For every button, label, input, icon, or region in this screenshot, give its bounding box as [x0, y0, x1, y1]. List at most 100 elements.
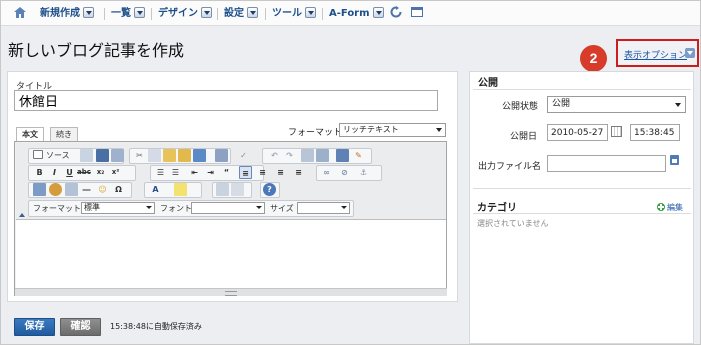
- align-center-icon[interactable]: ≡: [256, 166, 269, 179]
- italic-icon[interactable]: I: [48, 166, 61, 179]
- show-blocks-icon[interactable]: [231, 183, 244, 196]
- tab-more[interactable]: 続き: [50, 127, 78, 142]
- paste-icon[interactable]: [163, 149, 176, 162]
- format-block-select[interactable]: 標準: [81, 202, 155, 214]
- outdent-icon[interactable]: ⇤: [188, 166, 201, 179]
- window-icon[interactable]: [411, 6, 423, 21]
- paste-text-icon[interactable]: [178, 149, 191, 162]
- cut-icon[interactable]: ✂: [133, 149, 146, 162]
- help-icon[interactable]: ?: [263, 183, 276, 196]
- chevron-down-icon[interactable]: [83, 6, 94, 18]
- print-preview-icon[interactable]: [111, 149, 124, 162]
- divider: [473, 89, 691, 90]
- horizontal-rule-icon[interactable]: ―: [80, 183, 93, 196]
- add-icon[interactable]: [657, 203, 665, 211]
- text-color-icon[interactable]: A: [149, 183, 162, 196]
- flash-icon[interactable]: [49, 183, 62, 196]
- chevron-down-icon[interactable]: [372, 6, 384, 18]
- undo-icon[interactable]: ↶: [268, 149, 281, 162]
- chevron-down-icon[interactable]: [201, 6, 212, 18]
- bulleted-list-icon[interactable]: ☰: [169, 166, 182, 179]
- image-icon[interactable]: [33, 183, 46, 196]
- confirm-button[interactable]: 確認: [60, 318, 101, 336]
- category-edit-link[interactable]: 編集: [667, 202, 683, 213]
- align-left-icon[interactable]: ≡: [239, 166, 252, 179]
- remove-format-icon[interactable]: ✎: [352, 149, 365, 162]
- autosave-status: 15:38:48に自動保存済み: [110, 322, 202, 331]
- replace-icon[interactable]: [316, 149, 329, 162]
- format-label: フォーマット:: [288, 128, 346, 138]
- chevron-down-icon: [675, 103, 681, 107]
- refresh-icon[interactable]: [390, 6, 402, 21]
- maximize-icon[interactable]: [216, 183, 229, 196]
- blockquote-icon[interactable]: “: [220, 166, 233, 179]
- save-button[interactable]: 保存: [14, 318, 55, 336]
- chevron-down-icon[interactable]: [134, 6, 145, 18]
- date-label: 公開日: [510, 132, 538, 142]
- table-icon[interactable]: [65, 183, 78, 196]
- calendar-icon[interactable]: [611, 126, 622, 137]
- superscript-icon[interactable]: x²: [109, 166, 122, 179]
- time-input[interactable]: [630, 124, 680, 141]
- special-char-icon[interactable]: Ω: [112, 183, 125, 196]
- spellcheck-icon[interactable]: ✓: [237, 149, 250, 162]
- nav-list[interactable]: 一覧: [111, 6, 145, 21]
- chevron-down-icon: [146, 206, 152, 209]
- collapse-toolbar-icon[interactable]: [19, 213, 25, 217]
- save-icon[interactable]: [96, 149, 109, 162]
- smiley-icon[interactable]: ☺: [96, 183, 109, 196]
- chevron-down-icon[interactable]: [305, 6, 316, 18]
- editor-resize-handle[interactable]: [15, 288, 447, 296]
- nav-settings[interactable]: 設定: [224, 6, 258, 21]
- underline-icon[interactable]: U: [63, 166, 76, 179]
- indent-icon[interactable]: ⇥: [204, 166, 217, 179]
- redo-icon[interactable]: ↷: [283, 149, 296, 162]
- format-select[interactable]: リッチテキスト: [339, 123, 446, 137]
- font-select[interactable]: [191, 202, 265, 214]
- size-select[interactable]: [297, 202, 350, 214]
- chevron-down-icon[interactable]: [685, 48, 695, 58]
- nav-divider: [322, 8, 323, 20]
- lock-icon[interactable]: [670, 155, 679, 165]
- select-all-icon[interactable]: [336, 149, 349, 162]
- tab-body[interactable]: 本文: [16, 127, 44, 142]
- editor-content-area[interactable]: [16, 219, 446, 288]
- anchor-icon[interactable]: ⚓: [357, 166, 370, 179]
- align-justify-icon[interactable]: ≡: [292, 166, 305, 179]
- subscript-icon[interactable]: x₂: [94, 166, 107, 179]
- page-title: 新しいブログ記事を作成: [8, 41, 185, 60]
- display-options-link[interactable]: 表示オプション: [624, 48, 687, 61]
- nav-tools[interactable]: ツール: [272, 6, 316, 21]
- chevron-down-icon[interactable]: [247, 6, 258, 18]
- print-icon[interactable]: [215, 149, 228, 162]
- date-input[interactable]: [547, 124, 608, 141]
- nav-divider: [265, 8, 266, 20]
- preview-icon[interactable]: [80, 149, 93, 162]
- home-icon[interactable]: [13, 6, 27, 21]
- title-input[interactable]: [14, 90, 438, 111]
- nav-design[interactable]: デザイン: [158, 6, 212, 21]
- link-icon[interactable]: ∞: [320, 166, 333, 179]
- strikethrough-icon[interactable]: abc: [77, 166, 91, 179]
- filename-input[interactable]: [547, 155, 666, 172]
- bg-color-icon[interactable]: [174, 183, 187, 196]
- paste-word-icon[interactable]: [193, 149, 206, 162]
- chevron-down-icon: [341, 206, 347, 209]
- nav-aform[interactable]: A-Form: [329, 6, 384, 21]
- bold-icon[interactable]: B: [33, 166, 46, 179]
- divider: [473, 213, 691, 214]
- align-right-icon[interactable]: ≡: [274, 166, 287, 179]
- copy-icon[interactable]: [148, 149, 161, 162]
- status-value: 公開: [552, 99, 571, 109]
- numbered-list-icon[interactable]: ☰: [154, 166, 167, 179]
- nav-new[interactable]: 新規作成: [40, 6, 94, 21]
- nav-list-label: 一覧: [111, 8, 131, 19]
- source-icon[interactable]: [33, 150, 43, 159]
- nav-divider: [217, 8, 218, 20]
- source-button[interactable]: ソース: [46, 149, 70, 162]
- nav-aform-label: A-Form: [329, 8, 370, 19]
- format-label: フォーマット: [33, 204, 81, 213]
- unlink-icon[interactable]: ⊘: [338, 166, 351, 179]
- status-select[interactable]: 公開: [547, 96, 686, 113]
- find-icon[interactable]: [301, 149, 314, 162]
